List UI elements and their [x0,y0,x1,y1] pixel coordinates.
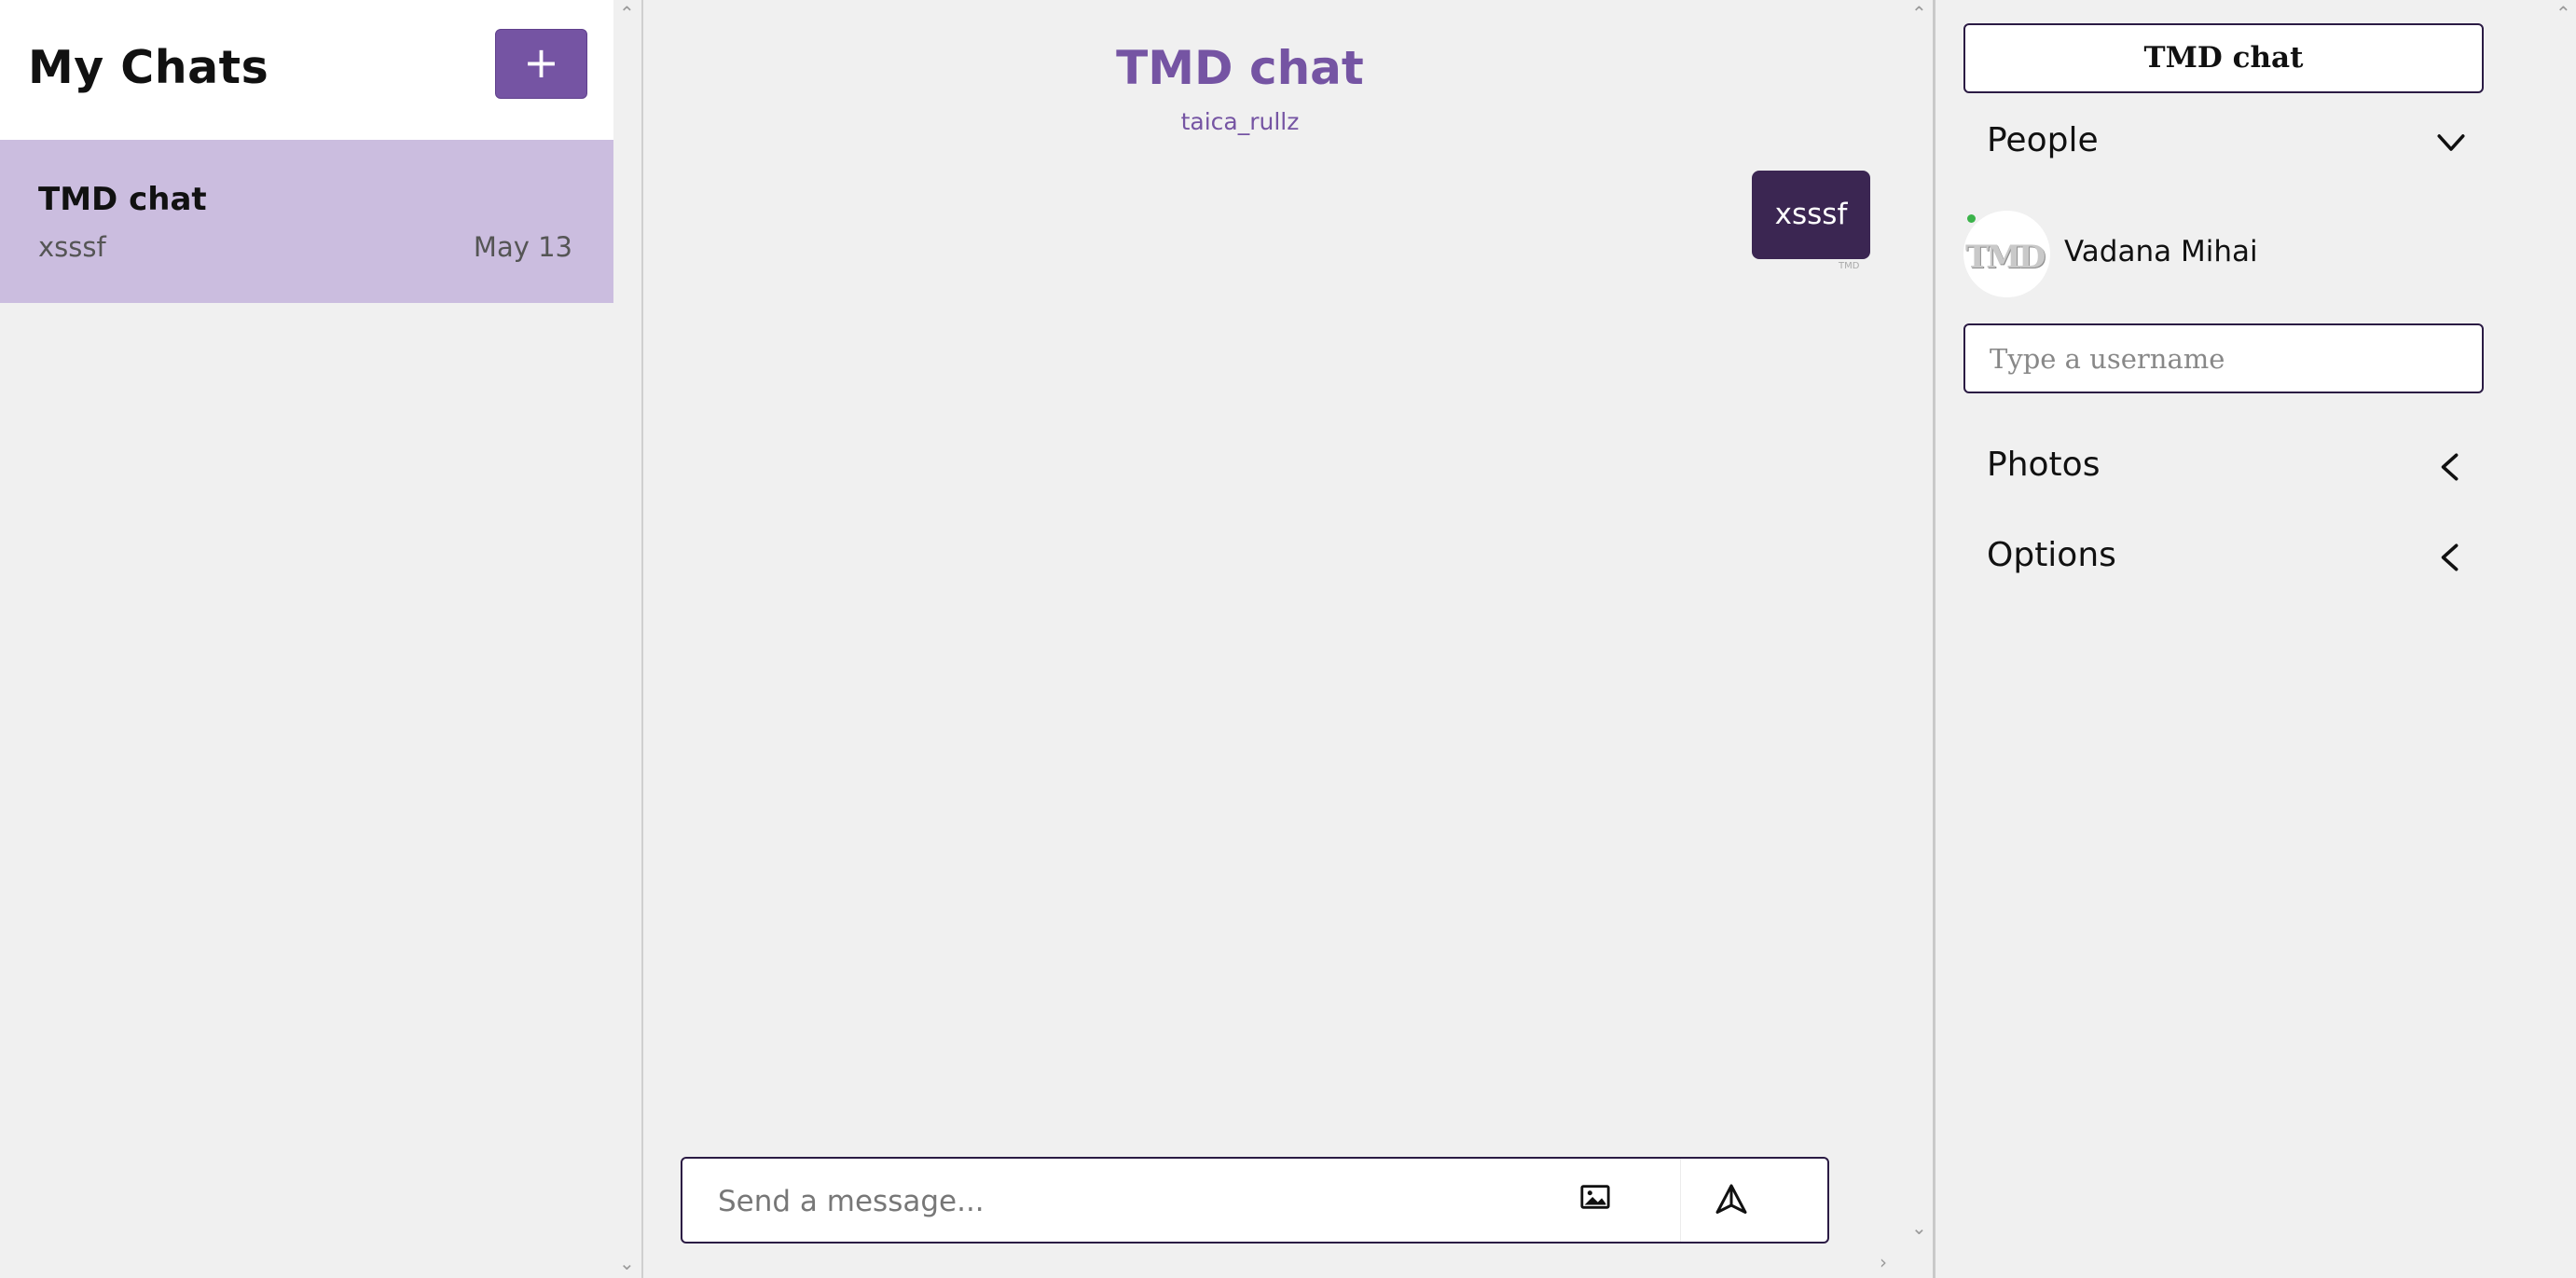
image-icon [1580,1185,1610,1209]
chat-list-title: My Chats [28,41,269,94]
chevron-left-icon [2441,453,2459,481]
details-chat-title: TMD chat [1963,23,2484,93]
avatar-logo: TMD [1965,239,2046,276]
chat-card-last-message: xsssf [38,231,106,263]
message-read-receipt: TMD [1839,261,1860,271]
section-label: People [1987,121,2099,159]
chat-list-panel: My Chats + TMD chat xsssf May 13 ⌃ ⌄ [0,0,635,1278]
section-label: Options [1987,536,2116,574]
section-label: Photos [1987,446,2101,484]
chat-card-date: May 13 [473,231,572,263]
person-name: Vadana Mihai [2064,235,2258,268]
message-bubble: xsssf [1752,171,1870,259]
message-composer [681,1157,1829,1244]
people-section-toggle[interactable]: People [1987,114,2467,170]
scroll-down-icon[interactable]: ⌄ [1911,1218,1927,1237]
chat-list-header: My Chats + [0,0,613,140]
message-input[interactable] [718,1179,1538,1224]
scroll-up-icon[interactable]: ⌃ [619,4,635,22]
scroll-right-icon[interactable]: › [1880,1253,1887,1271]
send-button[interactable] [1680,1159,1781,1242]
scroll-up-icon[interactable]: ⌃ [1911,4,1927,22]
send-icon [1715,1184,1747,1214]
chat-list-item[interactable]: TMD chat xsssf May 13 [0,140,613,303]
image-upload-button[interactable] [1579,1181,1617,1218]
chat-details-panel: TMD chat People TMD Vadana Mihai Photos … [1935,0,2576,1278]
avatar: TMD [1963,211,2050,297]
chevron-left-icon [2441,543,2459,571]
add-username-input[interactable] [1963,323,2484,393]
chevron-down-icon [2437,134,2465,151]
people-list-item: TMD Vadana Mihai [1963,211,2467,299]
new-chat-button[interactable]: + [495,29,587,99]
chat-title: TMD chat [1116,41,1364,95]
options-section-toggle[interactable]: Options [1987,529,2467,584]
scroll-down-icon[interactable]: ⌄ [619,1254,635,1272]
chat-feed-panel: TMD chat taica_rullz xsssf TMD ⌃ ⌄ › [643,0,1933,1278]
chat-card-title: TMD chat [38,181,207,218]
online-status-dot [1967,214,1976,223]
scroll-up-icon[interactable]: ⌃ [2555,4,2571,22]
chat-subtitle: taica_rullz [1180,108,1300,135]
photos-section-toggle[interactable]: Photos [1987,438,2467,494]
